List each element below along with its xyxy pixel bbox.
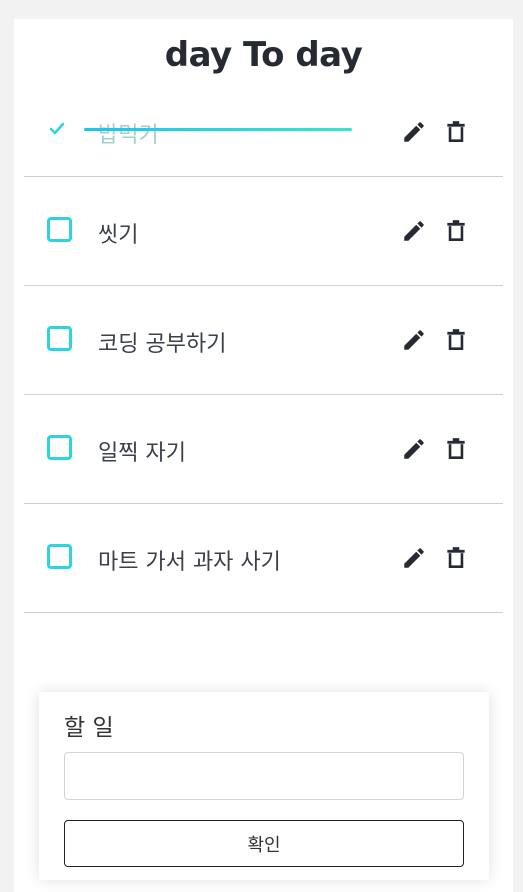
todo-item: 마트 가서 과자 사기 (24, 504, 503, 613)
trash-icon[interactable] (443, 119, 469, 145)
pencil-icon[interactable] (401, 218, 427, 244)
trash-icon[interactable] (443, 436, 469, 462)
todo-checkbox[interactable] (47, 326, 72, 351)
todo-checkbox[interactable] (47, 544, 72, 569)
checkmark-icon (50, 122, 64, 135)
todo-checkbox-done[interactable] (47, 118, 67, 138)
trash-icon[interactable] (443, 545, 469, 571)
add-todo-form: 할 일 확인 (39, 692, 489, 880)
todo-text: 밥먹기 (98, 123, 159, 148)
trash-icon[interactable] (443, 327, 469, 353)
todo-item: 밥먹기 (24, 97, 503, 177)
todo-item: 일찍 자기 (24, 395, 503, 504)
todo-checkbox[interactable] (47, 217, 72, 242)
todo-list: 밥먹기 씻기 코딩 공부하기 일찍 자기 마트 가서 과자 사기 (24, 97, 503, 613)
form-label: 할 일 (64, 715, 114, 741)
pencil-icon[interactable] (401, 119, 427, 145)
pencil-icon[interactable] (401, 436, 427, 462)
todo-text: 일찍 자기 (98, 441, 186, 466)
confirm-button[interactable]: 확인 (64, 820, 464, 867)
pencil-icon[interactable] (401, 545, 427, 571)
todo-text: 씻기 (98, 223, 139, 248)
todo-text: 마트 가서 과자 사기 (98, 550, 281, 575)
todo-input[interactable] (64, 752, 464, 800)
todo-item: 코딩 공부하기 (24, 286, 503, 395)
todo-checkbox[interactable] (47, 435, 72, 460)
strikethrough-line (84, 128, 352, 131)
app-title: day To day (164, 35, 363, 75)
todo-item: 씻기 (24, 177, 503, 286)
trash-icon[interactable] (443, 218, 469, 244)
todo-text: 코딩 공부하기 (98, 332, 227, 357)
pencil-icon[interactable] (401, 327, 427, 353)
